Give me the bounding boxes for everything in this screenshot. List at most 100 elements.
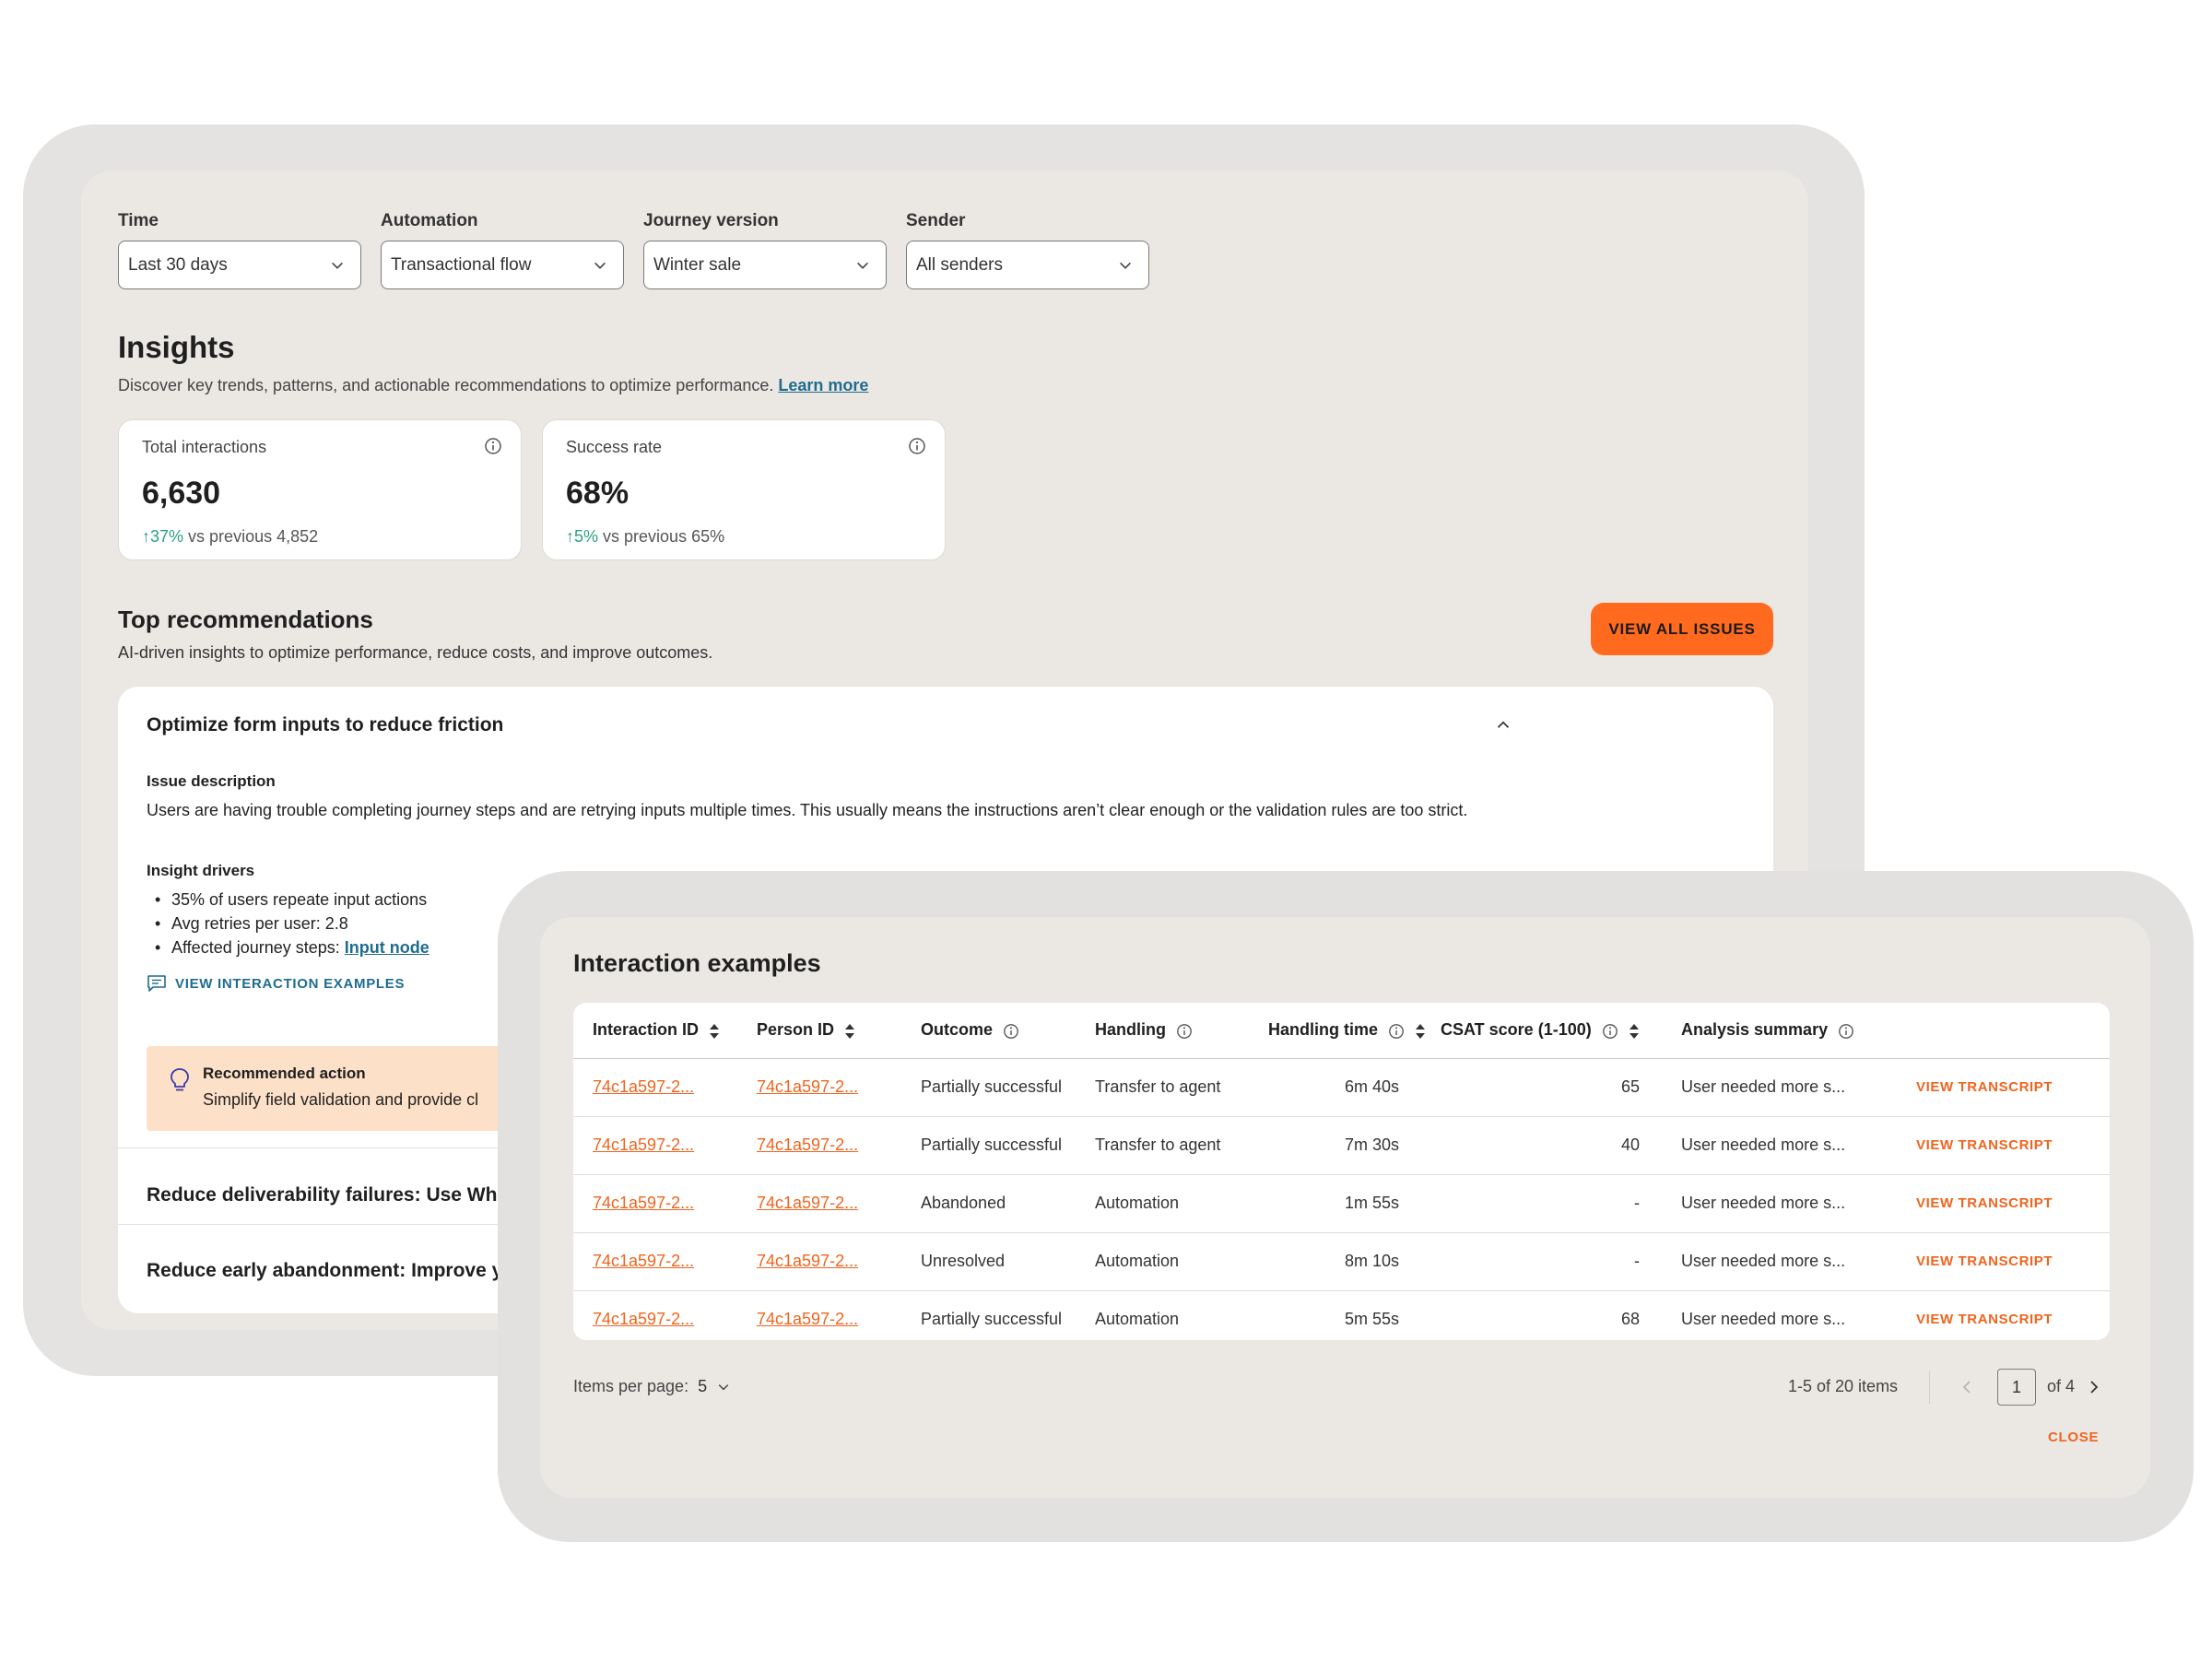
csat-cell: 40: [1421, 1116, 1662, 1175]
person-id-link[interactable]: 74c1a597-2...: [757, 1310, 858, 1328]
learn-more-link[interactable]: Learn more: [778, 376, 868, 394]
csat-cell: -: [1421, 1232, 1662, 1291]
view-transcript-button[interactable]: VIEW TRANSCRIPT: [1898, 1232, 2110, 1291]
sender-select[interactable]: All senders: [906, 241, 1149, 289]
chevron-down-icon: [1120, 262, 1131, 269]
column-header-interaction-id[interactable]: Interaction ID: [573, 1003, 737, 1059]
interaction-id-link[interactable]: 74c1a597-2...: [593, 1310, 694, 1328]
info-icon[interactable]: [484, 437, 502, 455]
column-header-analysis-summary: Analysis summary: [1662, 1003, 1898, 1059]
kpi-delta: ↑37% vs previous 4,852: [142, 527, 318, 547]
column-label: Analysis summary: [1681, 1020, 1829, 1040]
interaction-id-link[interactable]: 74c1a597-2...: [593, 1252, 694, 1270]
column-header-outcome: Outcome: [901, 1003, 1076, 1059]
view-all-issues-button[interactable]: VIEW ALL ISSUES: [1591, 603, 1773, 655]
csat-cell: 65: [1421, 1058, 1662, 1117]
interaction-id-link[interactable]: 74c1a597-2...: [593, 1077, 694, 1096]
page-title: Insights: [118, 330, 235, 364]
sort-icon[interactable]: [709, 1023, 720, 1040]
outcome-cell: Unresolved: [901, 1232, 1076, 1291]
sort-icon[interactable]: [1415, 1023, 1426, 1040]
automation-select[interactable]: Transactional flow: [381, 241, 624, 289]
filter-automation: Automation Transactional flow: [381, 211, 624, 289]
table-row: 74c1a597-2... 74c1a597-2... Partially su…: [573, 1290, 2110, 1340]
info-icon[interactable]: [1388, 1023, 1405, 1040]
person-id-link[interactable]: 74c1a597-2...: [757, 1194, 858, 1212]
handling-cell: Automation: [1076, 1232, 1249, 1291]
summary-cell: User needed more s...: [1662, 1174, 1898, 1233]
chevron-down-icon: [718, 1383, 729, 1390]
interaction-id-link[interactable]: 74c1a597-2...: [593, 1194, 694, 1212]
interaction-id-link[interactable]: 74c1a597-2...: [593, 1135, 694, 1154]
chevron-left-icon[interactable]: [1958, 1378, 1976, 1396]
person-id-link[interactable]: 74c1a597-2...: [757, 1077, 858, 1096]
handling-time-cell: 8m 10s: [1249, 1232, 1421, 1291]
select-value: Transactional flow: [391, 254, 532, 275]
outcome-cell: Partially successful: [921, 1310, 1063, 1329]
delta-comparison: vs previous 4,852: [188, 527, 319, 546]
chevron-right-icon[interactable]: [2085, 1378, 2103, 1396]
view-transcript-button[interactable]: VIEW TRANSCRIPT: [1898, 1174, 2110, 1233]
insight-drivers-label: Insight drivers: [147, 862, 255, 879]
info-icon[interactable]: [1003, 1023, 1019, 1040]
arrow-up-icon: ↑: [566, 527, 574, 546]
outcome-cell: Partially successful: [901, 1116, 1076, 1175]
view-transcript-button[interactable]: VIEW TRANSCRIPT: [1898, 1116, 2110, 1175]
column-label: Handling: [1095, 1020, 1166, 1040]
kpi-label: Success rate: [566, 438, 663, 456]
csat-cell: 68: [1620, 1310, 1640, 1329]
handling-cell: Transfer to agent: [1076, 1058, 1249, 1117]
info-icon[interactable]: [1176, 1023, 1193, 1040]
interactions-table: Interaction ID Person ID Outcome Handlin…: [573, 1003, 2110, 1340]
chat-icon: [147, 975, 166, 992]
filter-time: Time Last 30 days: [118, 211, 361, 289]
issue-description-label: Issue description: [147, 772, 276, 790]
sort-icon[interactable]: [1629, 1023, 1640, 1040]
recommended-action-text: Simplify field validation and provide cl: [203, 1090, 479, 1109]
page-number-input[interactable]: 1: [1997, 1369, 2036, 1406]
column-header-handling-time[interactable]: Handling time: [1249, 1003, 1426, 1059]
info-icon[interactable]: [1602, 1023, 1618, 1040]
items-per-page: Items per page: 5: [573, 1377, 731, 1396]
filter-journey-version: Journey version Winter sale: [643, 211, 887, 289]
lightbulb-icon: [171, 1068, 189, 1091]
column-header-actions: [1898, 1003, 2110, 1059]
recommendation-row[interactable]: Reduce early abandonment: Improve y: [147, 1260, 502, 1282]
modal-title: Interaction examples: [573, 949, 821, 977]
person-id-link[interactable]: 74c1a597-2...: [757, 1135, 858, 1154]
handling-time-cell: 7m 30s: [1249, 1116, 1421, 1175]
journey-version-select[interactable]: Winter sale: [643, 241, 887, 289]
kpi-delta: ↑5% vs previous 65%: [566, 527, 724, 547]
close-button[interactable]: CLOSE: [2048, 1430, 2099, 1445]
recommendation-title[interactable]: Optimize form inputs to reduce friction: [147, 714, 503, 736]
view-interaction-examples-button[interactable]: VIEW INTERACTION EXAMPLES: [147, 974, 405, 993]
view-transcript-button[interactable]: VIEW TRANSCRIPT: [1898, 1290, 2110, 1340]
column-header-person-id[interactable]: Person ID: [737, 1003, 901, 1059]
input-node-link[interactable]: Input node: [345, 938, 429, 957]
column-header-csat-score[interactable]: CSAT score (1-100): [1421, 1003, 1662, 1059]
summary-cell: User needed more s...: [1681, 1310, 1846, 1329]
sort-icon[interactable]: [844, 1023, 855, 1040]
chevron-down-icon: [857, 262, 868, 269]
recommendation-row[interactable]: Reduce deliverability failures: Use Wha: [147, 1184, 508, 1206]
page-total: of 4: [2047, 1377, 2076, 1395]
divider: [1929, 1371, 1930, 1404]
filter-label: Sender: [906, 211, 966, 230]
time-select[interactable]: Last 30 days: [118, 241, 361, 289]
info-icon[interactable]: [908, 437, 926, 455]
view-transcript-button[interactable]: VIEW TRANSCRIPT: [1898, 1058, 2110, 1117]
items-per-page-select[interactable]: 5: [698, 1377, 731, 1396]
person-id-link[interactable]: 74c1a597-2...: [757, 1252, 858, 1270]
chevron-up-icon[interactable]: [1493, 714, 1513, 735]
table-row: 74c1a597-2... 74c1a597-2... Partially su…: [573, 1058, 2110, 1117]
column-header-handling: Handling: [1076, 1003, 1249, 1059]
list-item: Avg retries per user: 2.8: [147, 912, 429, 935]
list-item: 35% of users repeate input actions: [147, 888, 429, 912]
handling-cell: Automation: [1095, 1310, 1180, 1329]
summary-cell: User needed more s...: [1662, 1058, 1898, 1117]
kpi-card-success-rate: Success rate 68% ↑5% vs previous 65%: [542, 419, 946, 560]
subtitle-text: Discover key trends, patterns, and actio…: [118, 376, 774, 394]
outcome-cell: Partially successful: [901, 1058, 1076, 1117]
items-per-page-value: 5: [698, 1377, 708, 1395]
info-icon[interactable]: [1838, 1023, 1854, 1040]
